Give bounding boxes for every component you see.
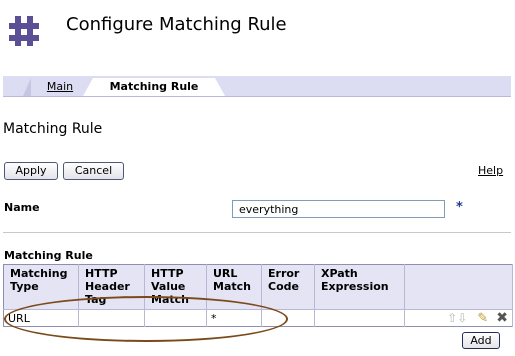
table-row: URL * ⇧⇩ ✎ ✖ <box>3 309 513 327</box>
required-marker: * <box>456 200 463 215</box>
column-header-actions <box>404 264 513 310</box>
row-actions: ⇧⇩ ✎ ✖ <box>404 309 513 327</box>
table-header-row: Matching Type HTTP Header Tag HTTP Value… <box>3 264 513 310</box>
pencil-icon[interactable]: ✎ <box>477 311 488 326</box>
delete-x-icon[interactable]: ✖ <box>496 310 508 326</box>
divider <box>3 232 511 233</box>
tab-bar: Main Matching Rule <box>3 76 511 97</box>
arrow-up-icon[interactable]: ⇧ <box>447 311 457 325</box>
arrow-down-icon[interactable]: ⇩ <box>457 311 467 325</box>
cell-xpath-expression <box>314 309 405 327</box>
grid-logo-icon <box>9 16 39 46</box>
cell-url-match: * <box>206 309 262 327</box>
section-heading: Matching Rule <box>3 121 103 137</box>
cell-http-header-tag <box>78 309 145 327</box>
matching-rule-table-label: Matching Rule <box>4 249 93 262</box>
cancel-button[interactable]: Cancel <box>63 162 124 180</box>
column-header-xpath-expression: XPath Expression <box>314 264 405 310</box>
page-title: Configure Matching Rule <box>66 14 287 35</box>
column-header-matching-type: Matching Type <box>3 264 79 310</box>
name-label: Name <box>4 201 40 214</box>
tab-main[interactable]: Main <box>23 78 89 96</box>
matching-rule-table: Matching Type HTTP Header Tag HTTP Value… <box>3 264 513 327</box>
help-link[interactable]: Help <box>478 164 503 177</box>
cell-matching-type: URL <box>3 309 79 327</box>
tab-matching-rule[interactable]: Matching Rule <box>83 78 225 96</box>
cell-error-code <box>261 309 315 327</box>
name-input[interactable] <box>232 200 445 218</box>
tab-main-label: Main <box>46 80 74 93</box>
column-header-http-header-tag: HTTP Header Tag <box>78 264 145 310</box>
cell-http-value-match <box>144 309 207 327</box>
column-header-error-code: Error Code <box>261 264 315 310</box>
column-header-url-match: URL Match <box>206 264 262 310</box>
apply-button[interactable]: Apply <box>4 162 58 180</box>
add-button[interactable]: Add <box>462 332 500 349</box>
tab-matching-rule-label: Matching Rule <box>109 80 199 93</box>
column-header-http-value-match: HTTP Value Match <box>144 264 207 310</box>
